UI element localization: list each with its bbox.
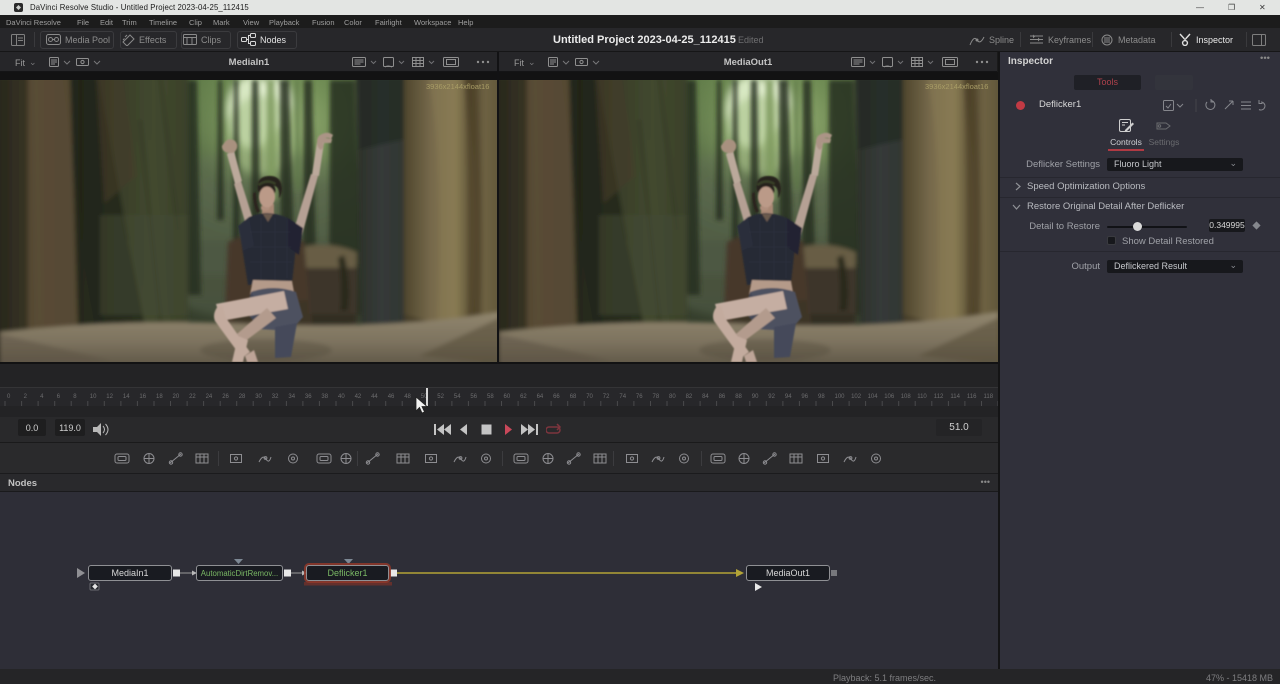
svg-text:118: 118 — [984, 394, 994, 400]
svg-text:42: 42 — [355, 394, 362, 400]
svg-text:52: 52 — [437, 394, 444, 400]
svg-text:58: 58 — [487, 394, 494, 400]
svg-text:110: 110 — [917, 394, 927, 400]
svg-text:76: 76 — [636, 394, 643, 400]
svg-text:60: 60 — [504, 394, 511, 400]
svg-text:44: 44 — [371, 394, 378, 400]
svg-text:94: 94 — [785, 394, 792, 400]
svg-text:34: 34 — [288, 394, 295, 400]
svg-text:116: 116 — [967, 394, 977, 400]
svg-text:78: 78 — [653, 394, 660, 400]
svg-text:18: 18 — [156, 394, 163, 400]
svg-text:24: 24 — [206, 394, 213, 400]
svg-text:88: 88 — [735, 394, 742, 400]
svg-text:36: 36 — [305, 394, 312, 400]
svg-text:64: 64 — [537, 394, 544, 400]
svg-text:74: 74 — [619, 394, 626, 400]
svg-text:82: 82 — [686, 394, 693, 400]
svg-text:108: 108 — [901, 394, 912, 400]
svg-text:16: 16 — [139, 394, 146, 400]
svg-text:68: 68 — [570, 394, 577, 400]
svg-text:92: 92 — [768, 394, 775, 400]
svg-text:62: 62 — [520, 394, 527, 400]
svg-text:84: 84 — [702, 394, 709, 400]
svg-text:12: 12 — [106, 394, 113, 400]
svg-text:98: 98 — [818, 394, 825, 400]
svg-text:14: 14 — [123, 394, 130, 400]
svg-text:10: 10 — [90, 394, 97, 400]
svg-text:38: 38 — [321, 394, 328, 400]
svg-text:54: 54 — [454, 394, 461, 400]
svg-text:48: 48 — [404, 394, 411, 400]
svg-text:40: 40 — [338, 394, 345, 400]
svg-text:32: 32 — [272, 394, 279, 400]
svg-text:114: 114 — [950, 394, 960, 400]
svg-text:22: 22 — [189, 394, 196, 400]
svg-text:90: 90 — [752, 394, 759, 400]
svg-text:20: 20 — [173, 394, 180, 400]
svg-text:46: 46 — [388, 394, 395, 400]
svg-text:104: 104 — [868, 394, 879, 400]
svg-text:96: 96 — [801, 394, 808, 400]
svg-text:72: 72 — [603, 394, 610, 400]
svg-text:102: 102 — [851, 394, 862, 400]
svg-text:80: 80 — [669, 394, 676, 400]
svg-text:66: 66 — [553, 394, 560, 400]
svg-text:112: 112 — [934, 394, 944, 400]
svg-text:70: 70 — [586, 394, 593, 400]
svg-text:30: 30 — [255, 394, 262, 400]
svg-text:106: 106 — [884, 394, 895, 400]
svg-text:26: 26 — [222, 394, 229, 400]
svg-text:56: 56 — [470, 394, 477, 400]
svg-text:100: 100 — [835, 394, 846, 400]
svg-text:28: 28 — [239, 394, 246, 400]
svg-text:86: 86 — [719, 394, 726, 400]
